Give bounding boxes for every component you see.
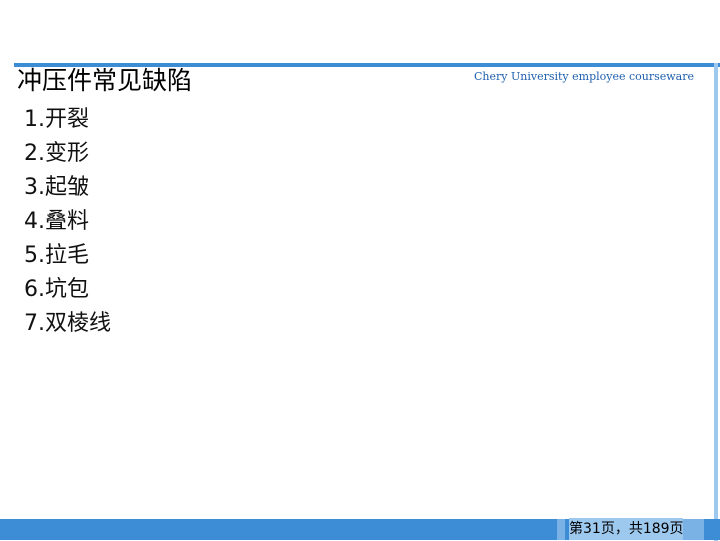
page-indicator: 第31页，共189页 [569, 518, 683, 540]
footer-accent-block [557, 519, 565, 540]
defect-item-galling: 5.拉毛 [24, 243, 89, 268]
slide-title: 冲压件常见缺陷 [17, 66, 193, 95]
defect-item-cracking: 1.开裂 [24, 107, 89, 132]
right-edge-bar [714, 63, 718, 541]
defect-list: 1.开裂 2.变形 3.起皱 4.叠料 5.拉毛 6.坑包 7.双棱线 [24, 103, 111, 341]
defect-item-double-ridge: 7.双棱线 [24, 311, 111, 336]
defect-item-dents: 6.坑包 [24, 277, 89, 302]
defect-item-wrinkling: 3.起皱 [24, 175, 89, 200]
defect-item-deformation: 2.变形 [24, 141, 89, 166]
defect-item-overlap: 4.叠料 [24, 209, 89, 234]
footer-accent-block [682, 519, 704, 540]
courseware-brand-text: Chery University employee courseware [474, 70, 695, 83]
